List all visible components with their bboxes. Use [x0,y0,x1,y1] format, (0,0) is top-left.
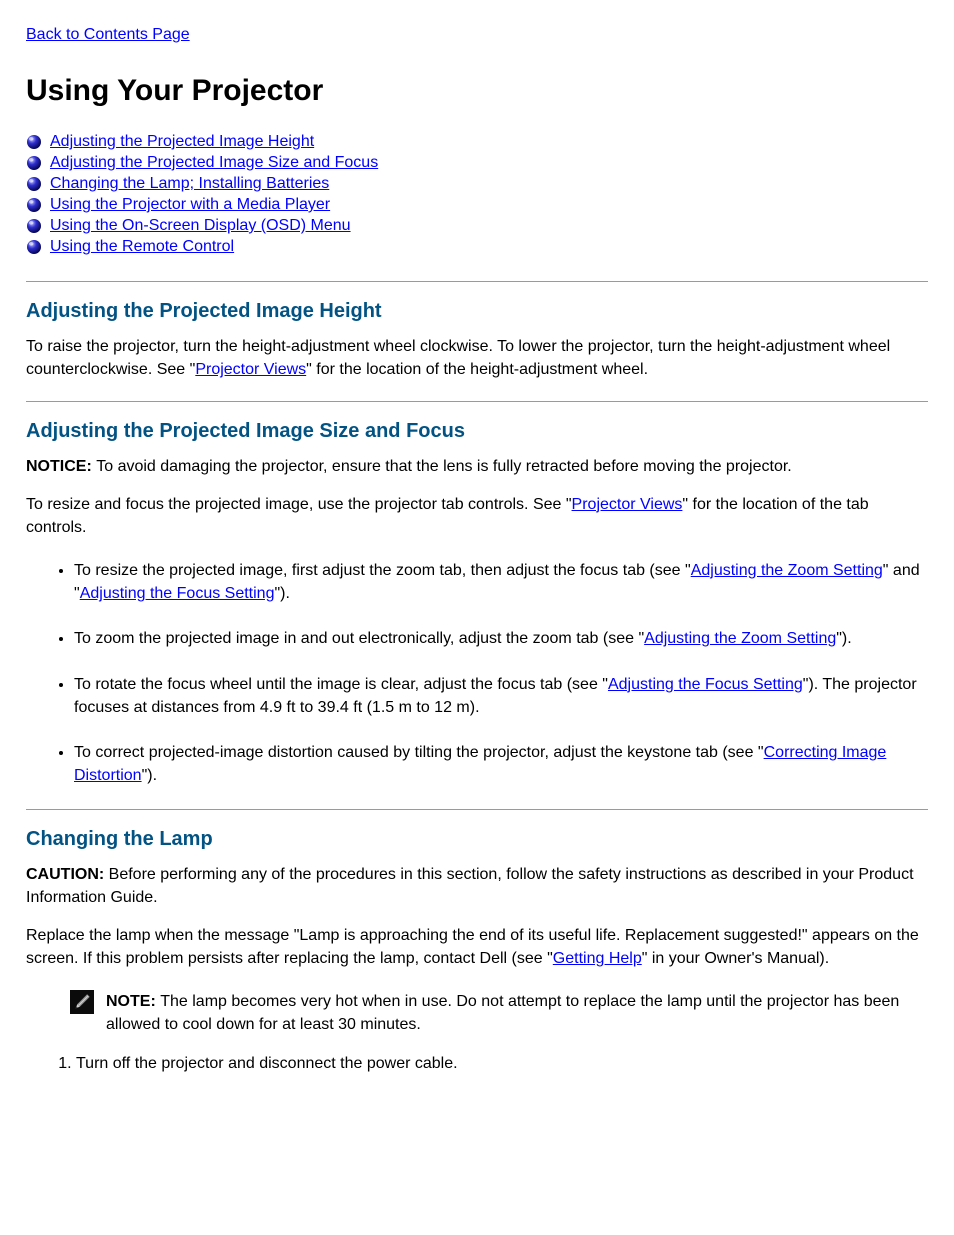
list-item: To zoom the projected image in and out e… [74,627,928,650]
adjusting-zoom-link[interactable]: Adjusting the Zoom Setting [644,630,836,647]
list-item: To rotate the focus wheel until the imag… [74,673,928,719]
steps-list: Turn off the projector and disconnect th… [26,1052,928,1075]
text: " in your Owner's Manual). [642,950,829,967]
caution-body: Before performing any of the procedures … [26,866,914,906]
bullet-sphere-icon [26,134,42,150]
divider [26,281,928,282]
text: " for the location of the height-adjustm… [306,361,648,378]
notice-label: NOTICE: [26,458,96,475]
text: To rotate the focus wheel until the imag… [74,676,608,693]
text: To zoom the projected image in and out e… [74,630,644,647]
list-item: To correct projected-image distortion ca… [74,741,928,787]
section-body: To raise the projector, turn the height-… [26,335,928,381]
section-intro: To resize and focus the projected image,… [26,493,928,539]
note-label: NOTE: [106,993,160,1010]
note-body: The lamp becomes very hot when in use. D… [106,993,899,1033]
adjusting-focus-link[interactable]: Adjusting the Focus Setting [608,676,803,693]
list-item: To resize the projected image, first adj… [74,559,928,605]
bullet-sphere-icon [26,197,42,213]
notice-body: To avoid damaging the projector, ensure … [96,458,792,475]
bullet-sphere-icon [26,218,42,234]
projector-views-link[interactable]: Projector Views [572,496,683,513]
note-pencil-icon [70,990,94,1014]
step-item: Turn off the projector and disconnect th… [76,1052,928,1075]
section-heading-size-focus: Adjusting the Projected Image Size and F… [26,420,928,443]
divider [26,401,928,402]
toc-list: Adjusting the Projected Image Height Adj… [26,133,928,256]
toc-link[interactable]: Using the On-Screen Display (OSD) Menu [50,217,351,235]
adjusting-zoom-link[interactable]: Adjusting the Zoom Setting [691,562,883,579]
toc-link[interactable]: Adjusting the Projected Image Height [50,133,314,151]
section-heading-lamp: Changing the Lamp [26,828,928,851]
instruction-list: To resize the projected image, first adj… [26,559,928,787]
toc-link[interactable]: Using the Remote Control [50,238,234,256]
note: NOTE: The lamp becomes very hot when in … [70,990,928,1036]
bullet-sphere-icon [26,176,42,192]
text: To correct projected-image distortion ca… [74,744,764,761]
text: "). [836,630,851,647]
caution-label: CAUTION: [26,866,109,883]
caution: CAUTION: Before performing any of the pr… [26,863,928,909]
projector-views-link[interactable]: Projector Views [195,361,306,378]
note-text: NOTE: The lamp becomes very hot when in … [106,990,928,1036]
back-to-contents-link[interactable]: Back to Contents Page [26,26,190,43]
section-body: Replace the lamp when the message "Lamp … [26,924,928,970]
toc-link[interactable]: Changing the Lamp; Installing Batteries [50,175,329,193]
getting-help-link[interactable]: Getting Help [553,950,642,967]
text: To resize the projected image, first adj… [74,562,691,579]
notice: NOTICE: To avoid damaging the projector,… [26,455,928,478]
divider [26,809,928,810]
toc-link[interactable]: Adjusting the Projected Image Size and F… [50,154,378,172]
bullet-sphere-icon [26,239,42,255]
page-title: Using Your Projector [26,74,928,108]
text: "). [142,767,157,784]
adjusting-focus-link[interactable]: Adjusting the Focus Setting [80,585,275,602]
section-heading-height: Adjusting the Projected Image Height [26,300,928,323]
bullet-sphere-icon [26,155,42,171]
text: "). [274,585,289,602]
toc-link[interactable]: Using the Projector with a Media Player [50,196,330,214]
text: To resize and focus the projected image,… [26,496,572,513]
